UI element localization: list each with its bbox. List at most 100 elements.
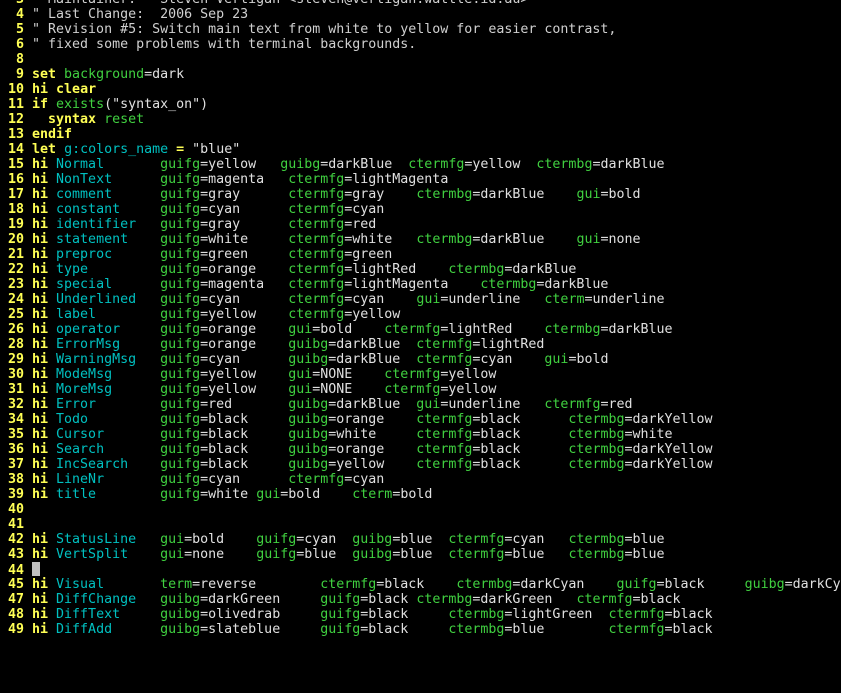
code-line[interactable]: 44	[0, 562, 41, 578]
code-line[interactable]: 15 hi Normal guifg=yellow guibg=darkBlue …	[0, 157, 665, 172]
line-number: 11	[8, 97, 25, 112]
code-line[interactable]: 3 " Maintainer: Steven Vertigan <steven@v…	[0, 0, 528, 7]
code-line[interactable]: 16 hi NonText guifg=magenta ctermfg=light…	[0, 172, 448, 187]
value-text: =underline	[584, 292, 665, 307]
code-line[interactable]: 30 hi ModeMsg guifg=yellow gui=NONE cterm…	[0, 367, 496, 382]
attribute-name: ctermfg	[384, 322, 441, 337]
code-line[interactable]: 6 " fixed some problems with terminal bac…	[0, 37, 416, 52]
code-line[interactable]: 40	[0, 502, 32, 517]
code-line[interactable]: 5 " Revision #5: Switch main text from wh…	[0, 22, 616, 37]
value-text: =darkBlue	[592, 157, 665, 172]
code-line[interactable]: 9 set background=dark	[0, 67, 184, 82]
code-line[interactable]: 39 hi title guifg=white gui=bold cterm=bo…	[0, 487, 432, 502]
value-text: =darkBlue	[328, 352, 417, 367]
code-line[interactable]: 25 hi label guifg=yellow ctermfg=yellow	[0, 307, 400, 322]
group-name: label	[48, 307, 161, 322]
value-text: =bold	[568, 352, 609, 367]
code-line[interactable]: 23 hi special guifg=magenta ctermfg=light…	[0, 277, 608, 292]
value-text: =darkBlue	[328, 397, 417, 412]
attribute-name: gui	[256, 487, 281, 502]
value-text: =magenta	[200, 277, 289, 292]
group-name: operator	[48, 322, 161, 337]
attribute-name: cterm	[544, 292, 585, 307]
code-line[interactable]: 29 hi WarningMsg guifg=cyan guibg=darkBlu…	[0, 352, 608, 367]
code-line[interactable]: 31 hi MoreMsg guifg=yellow gui=NONE cterm…	[0, 382, 496, 397]
value-text: =none	[600, 232, 641, 247]
value-text: =black	[664, 607, 713, 622]
attribute-name: guifg	[160, 277, 201, 292]
value-text: =orange	[200, 322, 289, 337]
attribute-name: ctermbg	[456, 577, 513, 592]
value-text: =underline	[440, 292, 545, 307]
code-line[interactable]: 11 if exists("syntax_on")	[0, 97, 208, 112]
value-text: =bold	[184, 532, 257, 547]
attribute-name: ctermfg	[416, 427, 473, 442]
attribute-name: gui	[576, 232, 601, 247]
value-text: =blue	[504, 622, 609, 637]
line-number: 47	[8, 592, 25, 607]
code-line[interactable]: 47 hi DiffChange guibg=darkGreen guifg=bl…	[0, 592, 681, 607]
code-line[interactable]: 26 hi operator guifg=orange gui=bold cter…	[0, 322, 673, 337]
attribute-name: guibg	[288, 442, 329, 457]
code-line[interactable]: 13 endif	[0, 127, 72, 142]
code-line[interactable]: 35 hi Cursor guifg=black guibg=white cter…	[0, 427, 673, 442]
value-text: =cyan	[200, 352, 289, 367]
code-line[interactable]: 48 hi DiffText guibg=olivedrab guifg=blac…	[0, 607, 713, 622]
group-name: WarningMsg	[48, 352, 161, 367]
attribute-name: guifg	[160, 382, 201, 397]
code-line[interactable]: 34 hi Todo guifg=black guibg=orange cterm…	[0, 412, 713, 427]
value-text: =darkBlue	[504, 262, 577, 277]
code-line[interactable]: 19 hi identifier guifg=gray ctermfg=red	[0, 217, 376, 232]
code-line[interactable]: 37 hi IncSearch guifg=black guibg=yellow …	[0, 457, 713, 472]
attribute-name: ctermfg	[416, 337, 473, 352]
attribute-name: ctermbg	[448, 262, 505, 277]
line-number: 4	[16, 7, 25, 22]
line-number: 9	[16, 67, 25, 82]
attribute-name: guibg	[352, 547, 393, 562]
code-line[interactable]: 4 " Last Change: 2006 Sep 23	[0, 7, 248, 22]
attribute-name: ctermfg	[288, 187, 345, 202]
value-text: =darkYellow	[624, 457, 713, 472]
code-line[interactable]: 24 hi Underlined guifg=cyan ctermfg=cyan …	[0, 292, 665, 307]
code-line[interactable]: 21 hi preproc guifg=green ctermfg=green	[0, 247, 392, 262]
code-line[interactable]: 32 hi Error guifg=red guibg=darkBlue gui=…	[0, 397, 632, 412]
code-line[interactable]: 42 hi StatusLine gui=bold guifg=cyan guib…	[0, 532, 665, 547]
attribute-name: guibg	[160, 607, 201, 622]
code-line[interactable]: 14 let g:colors_name = "blue"	[0, 142, 240, 157]
value-text: =lightMagenta	[344, 172, 449, 187]
code-line[interactable]: 41	[0, 517, 32, 532]
attribute-name: ctermfg	[608, 607, 665, 622]
vim-editor[interactable]: 3 " Maintainer: Steven Vertigan <steven@v…	[0, 0, 841, 693]
value-text	[56, 142, 64, 157]
group-name: VertSplit	[48, 547, 161, 562]
value-text: =bold	[392, 487, 433, 502]
group-name: comment	[48, 187, 161, 202]
attribute-name: guibg	[288, 412, 329, 427]
code-line[interactable]: 12 syntax reset	[0, 112, 144, 127]
value-text: =cyan	[344, 292, 417, 307]
attribute-name: guifg	[160, 217, 201, 232]
code-line[interactable]: 28 hi ErrorMsg guifg=orange guibg=darkBlu…	[0, 337, 544, 352]
line-number: 31	[8, 382, 25, 397]
code-line[interactable]: 49 hi DiffAdd guibg=slateblue guifg=black…	[0, 622, 713, 637]
code-line[interactable]: 43 hi VertSplit gui=none guifg=blue guibg…	[0, 547, 665, 562]
line-number: 6	[16, 37, 25, 52]
code-line[interactable]: 8	[0, 52, 32, 67]
code-line[interactable]: 22 hi type guifg=orange ctermfg=lightRed …	[0, 262, 576, 277]
code-line[interactable]: 20 hi statement guifg=white ctermfg=white…	[0, 232, 641, 247]
attribute-name: ctermfg	[288, 262, 345, 277]
value-text: =bold	[280, 487, 353, 502]
code-line[interactable]: 17 hi comment guifg=gray ctermfg=gray cte…	[0, 187, 641, 202]
group-name: Underlined	[48, 292, 161, 307]
code-line[interactable]: 36 hi Search guifg=black guibg=orange cte…	[0, 442, 713, 457]
attribute-name: guifg	[160, 337, 201, 352]
code-line[interactable]: 18 hi constant guifg=cyan ctermfg=cyan	[0, 202, 384, 217]
code-line[interactable]: 38 hi LineNr guifg=cyan ctermfg=cyan	[0, 472, 384, 487]
attribute-name: guifg	[160, 427, 201, 442]
line-number: 32	[8, 397, 25, 412]
code-line[interactable]: 45 hi Visual term=reverse ctermfg=black c…	[0, 577, 841, 592]
value-text: =black	[360, 592, 417, 607]
code-line[interactable]: 10 hi clear	[0, 82, 96, 97]
keyword: hi	[32, 532, 49, 547]
value-text: =black	[360, 622, 449, 637]
